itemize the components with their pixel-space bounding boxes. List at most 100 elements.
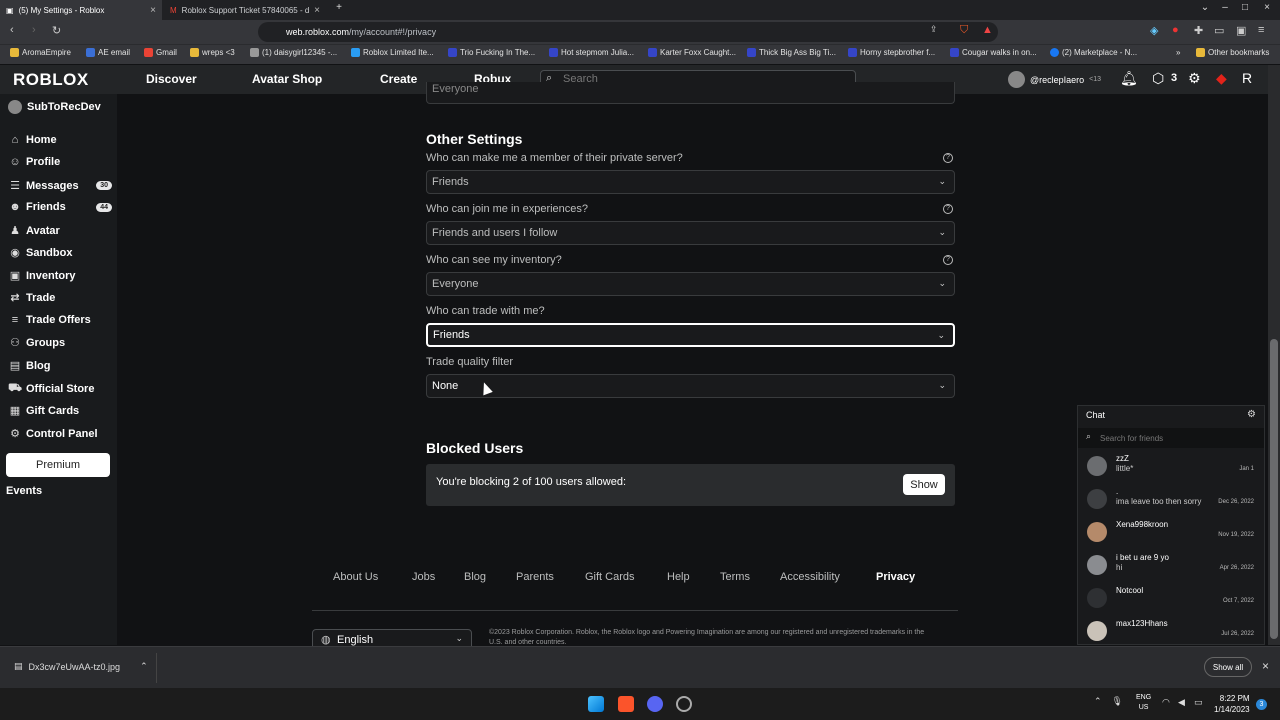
sidebar-item-trade[interactable]: ⇄ Trade xyxy=(8,291,112,305)
share-icon[interactable]: ⇪ xyxy=(930,24,938,35)
sidebar-item-messages[interactable]: ☰ Messages 30 xyxy=(8,179,112,192)
maximize-icon[interactable]: □ xyxy=(1236,2,1254,13)
footer-link-about-us[interactable]: About Us xyxy=(333,571,378,583)
robux-icon[interactable]: ⬡ xyxy=(1152,70,1164,87)
close-icon[interactable]: × xyxy=(150,5,156,16)
chat-settings-icon[interactable]: ⚙ xyxy=(1247,409,1256,420)
extensions-puzzle-icon[interactable]: ✚ xyxy=(1194,24,1203,37)
sidebar-item-avatar[interactable]: ♟ Avatar xyxy=(8,224,112,238)
sidebar-item-groups[interactable]: ⚇ Groups xyxy=(8,336,112,350)
show-all-downloads-button[interactable]: Show all xyxy=(1204,657,1252,677)
close-icon[interactable]: × xyxy=(314,5,320,16)
join-experiences-select[interactable]: Friends and users I follow ⌄ xyxy=(426,221,955,245)
sidebar-item-blog[interactable]: ▤ Blog xyxy=(8,359,112,373)
footer-link-help[interactable]: Help xyxy=(667,571,690,583)
bookmark-item[interactable]: Trio Fucking In The... xyxy=(448,48,535,57)
bookmark-item[interactable]: Gmail xyxy=(144,48,177,57)
bookmark-item[interactable]: Horny stepbrother f... xyxy=(848,48,935,57)
sidebar-item-inventory[interactable]: ▣ Inventory xyxy=(8,269,112,283)
minimize-icon[interactable]: – xyxy=(1216,2,1234,13)
battery-icon[interactable]: ▭ xyxy=(1194,697,1203,708)
footer-link-blog[interactable]: Blog xyxy=(464,571,486,583)
footer-link-terms[interactable]: Terms xyxy=(720,571,750,583)
chat-conversation[interactable]: Xena998kroon Nov 19, 2022 xyxy=(1078,516,1264,548)
bookmark-item[interactable]: wreps <3 xyxy=(190,48,235,57)
tab-search-icon[interactable]: ⌄ xyxy=(1196,2,1214,13)
footer-link-accessibility[interactable]: Accessibility xyxy=(780,571,840,583)
trade-quality-filter-select[interactable]: None ⌄ xyxy=(426,374,955,398)
sidebar-item-profile[interactable]: ☺ Profile xyxy=(8,156,112,168)
help-icon[interactable]: ? xyxy=(943,204,953,214)
download-item[interactable]: ▤ Dx3cw7eUwAA-tz0.jpg ⌃ xyxy=(14,661,148,672)
extension-r-icon[interactable]: R xyxy=(1242,70,1252,86)
reload-icon[interactable]: ↻ xyxy=(52,24,61,37)
wifi-icon[interactable]: ◠ xyxy=(1162,697,1170,708)
close-icon[interactable]: × xyxy=(1262,659,1269,673)
microphone-icon[interactable]: 🎙︎ xyxy=(1112,696,1123,707)
windows-start-icon[interactable] xyxy=(588,696,604,712)
bookmark-item[interactable]: Hot stepmom Julia... xyxy=(549,48,634,57)
chat-header[interactable]: Chat ⚙ xyxy=(1078,406,1264,426)
roblox-logo[interactable]: ROBLOX xyxy=(13,70,89,90)
bookmark-item[interactable]: Roblox Limited Ite... xyxy=(351,48,434,57)
bookmark-item[interactable]: AE email xyxy=(86,48,130,57)
sidebar-item-trade-offers[interactable]: ≡ Trade Offers xyxy=(8,314,112,326)
private-server-select[interactable]: Friends ⌄ xyxy=(426,170,955,194)
bookmark-item[interactable]: AromaEmpire xyxy=(10,48,71,57)
volume-icon[interactable]: ◀ xyxy=(1178,697,1185,708)
footer-link-privacy[interactable]: Privacy xyxy=(876,571,915,583)
help-icon[interactable]: ? xyxy=(943,255,953,265)
sidebar-item-sandbox[interactable]: ◉ Sandbox xyxy=(8,246,112,260)
extension-roblox-icon[interactable]: ◆ xyxy=(1216,70,1227,87)
trade-with-me-select[interactable]: Friends ⌄ xyxy=(426,323,955,347)
help-icon[interactable]: ? xyxy=(943,153,953,163)
bookmarks-overflow[interactable]: » xyxy=(1176,48,1180,57)
bookmark-item[interactable]: Cougar walks in on... xyxy=(950,48,1037,57)
show-blocked-button[interactable]: Show xyxy=(903,474,945,495)
bookmark-item[interactable]: (1) daisygirl12345 -... xyxy=(250,48,337,57)
brave-browser-icon[interactable] xyxy=(618,696,634,712)
chat-conversation[interactable]: . ima leave too then sorry Dec 26, 2022 xyxy=(1078,483,1264,515)
sidebar-item-home[interactable]: ⌂ Home xyxy=(8,134,112,146)
wallet-icon[interactable]: ▣ xyxy=(1236,24,1246,37)
input-language[interactable]: ENG US xyxy=(1136,693,1151,713)
page-scrollbar[interactable] xyxy=(1268,65,1280,645)
url-field[interactable]: web.roblox.com/my/account#!/privacy xyxy=(258,22,998,42)
new-tab-button[interactable]: + xyxy=(330,2,348,13)
bookmark-item[interactable]: (2) Marketplace - N... xyxy=(1050,48,1137,57)
menu-icon[interactable]: ≡ xyxy=(1258,24,1264,36)
settings-gear-icon[interactable]: ⚙ xyxy=(1188,70,1201,87)
tab-support-ticket[interactable]: M Roblox Support Ticket 57840065 - dis × xyxy=(164,0,326,20)
back-icon[interactable]: ‹ xyxy=(10,24,14,36)
sidebar-events-link[interactable]: Events xyxy=(6,485,42,497)
other-bookmarks[interactable]: Other bookmarks xyxy=(1196,48,1269,57)
sidebar-item-gift-cards[interactable]: ▦ Gift Cards xyxy=(8,404,112,418)
bookmark-item[interactable]: Karter Foxx Caught... xyxy=(648,48,736,57)
discord-icon[interactable] xyxy=(647,696,663,712)
chat-conversation[interactable]: max123Hhans Jul 26, 2022 xyxy=(1078,615,1264,647)
notifications-bell-icon[interactable]: 🔔︎ xyxy=(1120,70,1138,87)
close-window-icon[interactable]: × xyxy=(1258,2,1276,13)
partial-privacy-select[interactable]: Everyone xyxy=(426,82,955,104)
sidebar-item-control-panel[interactable]: ⚙ Control Panel xyxy=(8,427,112,441)
chevron-up-icon[interactable]: ⌃ xyxy=(140,661,148,672)
chat-conversation[interactable]: Notcool Oct 7, 2022 xyxy=(1078,582,1264,614)
chat-conversation[interactable]: i bet u are 9 yo hi Apr 26, 2022 xyxy=(1078,549,1264,581)
nav-avatar-shop[interactable]: Avatar Shop xyxy=(252,72,322,86)
inventory-visibility-select[interactable]: Everyone ⌄ xyxy=(426,272,955,296)
footer-link-jobs[interactable]: Jobs xyxy=(412,571,435,583)
nav-create[interactable]: Create xyxy=(380,72,417,86)
app-icon[interactable] xyxy=(676,696,692,712)
scrollbar-thumb[interactable] xyxy=(1270,339,1278,639)
brave-rewards-icon[interactable]: ▲ xyxy=(982,24,993,36)
chat-search-input[interactable]: ⌕ Search for friends xyxy=(1078,428,1264,448)
footer-link-parents[interactable]: Parents xyxy=(516,571,554,583)
premium-button[interactable]: Premium xyxy=(6,453,110,477)
bookmark-item[interactable]: Thick Big Ass Big Ti... xyxy=(747,48,836,57)
user-profile-link[interactable]: @reclepIaero <13 xyxy=(1008,71,1101,88)
system-clock[interactable]: 8:22 PM 1/14/2023 xyxy=(1214,693,1250,715)
chat-conversation[interactable]: zzZ little* Jan 1 xyxy=(1078,450,1264,482)
nav-discover[interactable]: Discover xyxy=(146,72,197,86)
extension-icon[interactable]: ● xyxy=(1172,24,1179,36)
sidebar-item-official-store[interactable]: ⛟ Official Store xyxy=(8,382,112,396)
